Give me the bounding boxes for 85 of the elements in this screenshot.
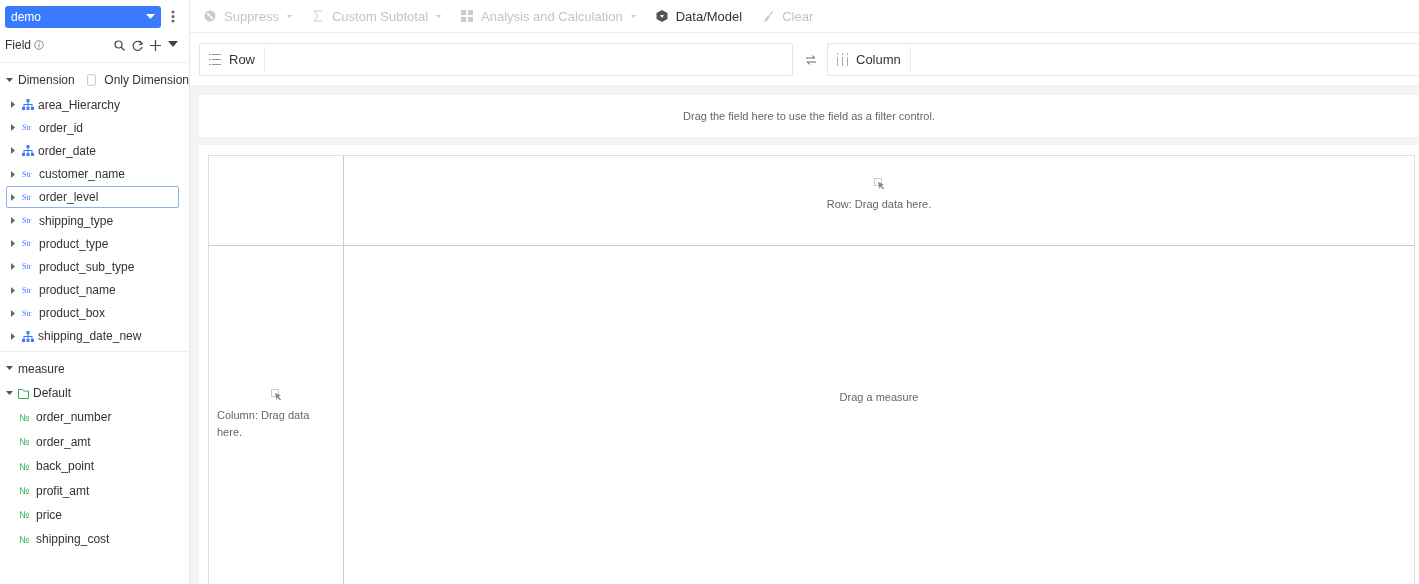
caret-icon (630, 14, 636, 18)
type-mark: Str (22, 123, 33, 133)
field-item[interactable]: Str order_level (6, 186, 179, 209)
field-item[interactable]: Str product_type (6, 232, 179, 255)
swap-icon[interactable] (806, 54, 816, 65)
type-mark: № (19, 533, 31, 545)
field-item[interactable]: № price (0, 502, 189, 528)
panel-title: Field (5, 38, 31, 52)
column-shelf[interactable]: Column (827, 43, 1419, 76)
measure-drop-zone[interactable]: Drag a measure (344, 246, 1414, 584)
caret-icon[interactable] (9, 308, 18, 318)
caret-icon[interactable] (9, 331, 18, 341)
caret-icon[interactable] (9, 100, 18, 110)
sigma-icon (311, 10, 324, 22)
column-drop-zone[interactable]: Column: Drag data here. (209, 246, 344, 584)
caret-icon[interactable] (5, 75, 14, 85)
field-item[interactable]: Str product_box (6, 302, 179, 325)
drop-icon (270, 389, 282, 401)
type-mark: Str (22, 169, 33, 179)
info-icon (34, 40, 44, 50)
drop-hint: Drag a measure (839, 391, 919, 403)
type-mark: Str (22, 239, 33, 249)
field-item[interactable]: № order_number (0, 405, 189, 430)
field-item[interactable]: shipping_date_new (6, 325, 179, 348)
drop-hint: Row: Drag data here. (826, 197, 932, 210)
type-mark: № (19, 460, 31, 472)
hierarchy-icon (22, 99, 34, 111)
type-mark: Str (22, 308, 33, 318)
list-icon (209, 54, 221, 65)
dataset-select[interactable]: demo (5, 5, 161, 28)
field-item[interactable]: Str order_id (6, 116, 179, 139)
type-mark: Str (22, 216, 33, 225)
field-item[interactable]: Str product_sub_type (6, 255, 179, 278)
hierarchy-icon (22, 145, 34, 157)
caret-icon[interactable] (9, 146, 18, 156)
type-mark: Str (22, 285, 33, 295)
drop-icon (873, 177, 885, 190)
field-item[interactable]: № order_amt (0, 429, 189, 454)
grid-icon (461, 10, 474, 22)
type-mark: Str (22, 262, 33, 272)
type-mark: № (19, 436, 31, 448)
type-mark: № (19, 509, 31, 521)
caret-icon[interactable] (5, 388, 14, 398)
type-mark: № (19, 411, 31, 423)
drop-hint: Column: Drag data here. (217, 408, 311, 440)
row-drop-zone[interactable]: Row: Drag data here. (344, 156, 1414, 246)
field-item[interactable]: № profit_amt (0, 478, 189, 503)
caret-icon[interactable] (9, 169, 18, 179)
filter-drop-zone[interactable]: Drag the field here to use the field as a filter control. (199, 95, 1419, 137)
field-item[interactable]: area_Hierarchy (6, 93, 179, 116)
caret-icon[interactable] (9, 285, 18, 295)
shelf-label: Row (229, 52, 255, 67)
section-title: measure (18, 361, 65, 376)
more-icon[interactable] (171, 10, 175, 23)
toolbar-button[interactable]: Data/Model (655, 8, 743, 24)
field-item[interactable]: Str customer_name (6, 163, 179, 186)
row-shelf[interactable]: Row (199, 43, 793, 76)
search-icon[interactable] (114, 39, 125, 51)
section-title: Dimension (18, 73, 75, 88)
caret-icon[interactable] (9, 262, 18, 272)
checkbox[interactable] (86, 74, 97, 87)
type-mark: Str (22, 192, 33, 202)
field-item[interactable]: № back_point (0, 454, 189, 479)
caret-icon (286, 14, 292, 18)
caret-icon[interactable] (9, 192, 18, 202)
checkbox-label: Only Dimension (104, 73, 189, 88)
field-item[interactable]: order_date (6, 139, 179, 162)
type-mark: № (19, 485, 31, 497)
folder-label[interactable]: Default (33, 386, 72, 401)
filter-hint: Drag the field here to use the field as a filter control. (683, 110, 935, 122)
caret-icon[interactable] (9, 216, 18, 225)
block-icon (204, 10, 216, 22)
refresh-icon[interactable] (132, 39, 143, 51)
add-icon[interactable] (150, 39, 161, 51)
field-item[interactable]: № shipping_cost (0, 527, 189, 552)
caret-icon[interactable] (9, 123, 18, 133)
field-item[interactable]: Str product_name (6, 279, 179, 302)
columns-icon (837, 53, 848, 66)
hierarchy-icon (22, 330, 34, 342)
caret-icon (436, 14, 442, 18)
folder-icon (18, 387, 29, 399)
caret-icon (146, 14, 155, 19)
field-item[interactable]: Str shipping_type (6, 209, 179, 232)
caret-icon[interactable] (9, 239, 18, 249)
shelf-label: Column (856, 52, 901, 67)
